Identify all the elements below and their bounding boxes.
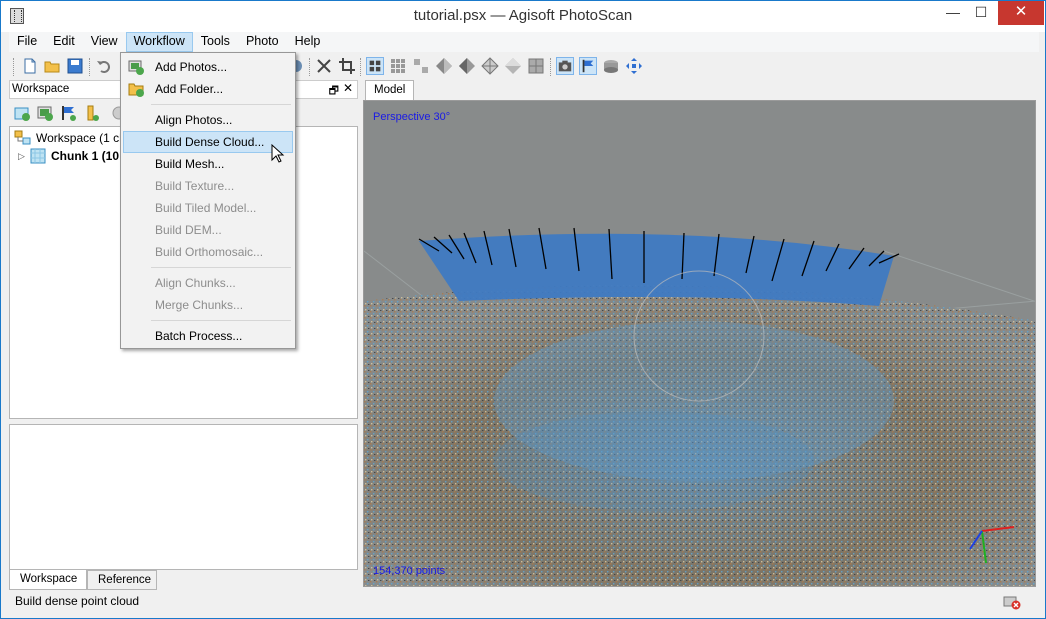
menu-bar: File Edit View Workflow Tools Photo Help (9, 32, 1039, 52)
menu-workflow[interactable]: Workflow (125, 32, 193, 52)
menu-item-build-orthomosaic[interactable]: Build Orthomosaic... (123, 241, 293, 263)
menu-item-label: Align Chunks... (155, 276, 236, 290)
show-region-icon[interactable] (602, 57, 620, 75)
open-folder-icon[interactable] (43, 57, 61, 75)
dense-cloud-view-icon[interactable] (389, 57, 407, 75)
textured-model-icon[interactable] (504, 57, 522, 75)
menu-separator (151, 104, 291, 105)
maximize-button[interactable]: ☐ (967, 1, 995, 25)
tab-workspace[interactable]: Workspace (9, 570, 87, 590)
menu-item-build-tiled-model[interactable]: Build Tiled Model... (123, 197, 293, 219)
toolbar-separator (309, 58, 310, 76)
menu-item-batch-process[interactable]: Batch Process... (123, 325, 293, 347)
solid-model-icon[interactable] (458, 57, 476, 75)
status-text: Build dense point cloud (15, 594, 140, 608)
menu-item-build-texture[interactable]: Build Texture... (123, 175, 293, 197)
menu-item-build-dense-cloud[interactable]: Build Dense Cloud... (123, 131, 293, 153)
menu-item-label: Align Photos... (155, 113, 233, 127)
shaded-model-icon[interactable] (435, 57, 453, 75)
menu-item-merge-chunks[interactable]: Merge Chunks... (123, 294, 293, 316)
wireframe-model-icon[interactable] (481, 57, 499, 75)
add-photos-icon[interactable] (36, 104, 54, 122)
title-bar: tutorial.psx — Agisoft PhotoScan — ☐ ✕ (1, 1, 1045, 32)
menu-view[interactable]: View (83, 32, 126, 52)
add-chunk-icon[interactable] (13, 104, 31, 122)
menu-item-label: Batch Process... (155, 329, 243, 343)
undo-icon[interactable] (95, 57, 113, 75)
status-bar: Build dense point cloud (9, 592, 1039, 612)
app-window: tutorial.psx — Agisoft PhotoScan — ☐ ✕ F… (0, 0, 1046, 619)
menu-help[interactable]: Help (287, 32, 329, 52)
network-status-icon[interactable] (1003, 594, 1021, 610)
menu-item-align-chunks[interactable]: Align Chunks... (123, 272, 293, 294)
menu-item-add-folder[interactable]: Add Folder... (123, 78, 293, 100)
navigation-move-icon[interactable] (625, 57, 643, 75)
new-document-icon[interactable] (21, 57, 39, 75)
float-panel-icon[interactable]: 🗗 (329, 82, 339, 101)
menu-separator (151, 267, 291, 268)
menu-item-label: Build Mesh... (155, 157, 225, 171)
workspace-panel-title: Workspace (12, 83, 70, 95)
toolbar-separator (13, 58, 14, 76)
add-photos-icon (128, 60, 144, 75)
menu-separator (151, 320, 291, 321)
minimize-button[interactable]: — (939, 1, 967, 25)
menu-tools[interactable]: Tools (193, 32, 238, 52)
menu-item-add-photos[interactable]: Add Photos... (123, 56, 293, 78)
menu-item-label: Build Orthomosaic... (155, 245, 264, 259)
menu-item-label: Build Dense Cloud... (155, 135, 265, 149)
menu-item-label: Build DEM... (155, 223, 222, 237)
point-cloud-view-icon[interactable] (366, 57, 384, 75)
menu-item-label: Add Folder... (155, 82, 224, 96)
workspace-tab-bar: Workspace Reference (9, 570, 358, 590)
dense-cloud-classes-icon[interactable] (412, 57, 430, 75)
tree-workspace-root[interactable]: Workspace (1 ch (14, 129, 126, 147)
toolbar-separator (550, 58, 551, 76)
menu-item-label: Build Texture... (155, 179, 235, 193)
chunk-icon (30, 148, 46, 164)
crop-icon[interactable] (338, 57, 356, 75)
close-button[interactable]: ✕ (998, 1, 1044, 25)
tiled-model-icon[interactable] (527, 57, 545, 75)
save-icon[interactable] (66, 57, 84, 75)
expand-arrow-icon[interactable]: ▷ (18, 151, 30, 162)
tree-chunk-1[interactable]: ▷ Chunk 1 (10 (18, 147, 119, 165)
menu-item-build-dem[interactable]: Build DEM... (123, 219, 293, 241)
show-markers-icon[interactable] (579, 57, 597, 75)
window-title: tutorial.psx — Agisoft PhotoScan (413, 7, 633, 24)
menu-item-build-mesh[interactable]: Build Mesh... (123, 153, 293, 175)
menu-item-label: Build Tiled Model... (155, 201, 257, 215)
menu-item-align-photos[interactable]: Align Photos... (123, 109, 293, 131)
add-marker-icon[interactable] (59, 104, 77, 122)
tab-model[interactable]: Model (365, 80, 415, 100)
toolbar-separator (89, 58, 90, 76)
properties-pane (9, 424, 358, 570)
mouse-pointer-icon (271, 144, 285, 163)
menu-file[interactable]: File (9, 32, 45, 52)
point-count-label: 154,370 points (373, 565, 446, 577)
menu-photo[interactable]: Photo (238, 32, 287, 52)
tab-reference[interactable]: Reference (87, 570, 157, 590)
tree-chunk-label: Chunk 1 (10 (51, 149, 120, 163)
menu-item-label: Add Photos... (155, 60, 228, 74)
show-cameras-icon[interactable] (556, 57, 574, 75)
add-folder-icon (128, 83, 144, 97)
menu-item-label: Merge Chunks... (155, 298, 244, 312)
model-viewport[interactable]: Perspective 30° 154,370 points (363, 100, 1036, 587)
tree-workspace-label: Workspace (1 ch (36, 131, 126, 145)
projection-label: Perspective 30° (373, 111, 451, 123)
toolbar-separator (360, 58, 361, 76)
workflow-menu: Add Photos... Add Folder... Align Photos… (120, 52, 296, 349)
add-scale-bar-icon[interactable] (82, 104, 100, 122)
workspace-tree-icon (14, 130, 31, 145)
menu-edit[interactable]: Edit (45, 32, 83, 52)
delete-selection-icon[interactable] (315, 57, 333, 75)
point-cloud-render (364, 227, 1035, 586)
close-panel-icon[interactable]: ✕ (343, 81, 353, 95)
